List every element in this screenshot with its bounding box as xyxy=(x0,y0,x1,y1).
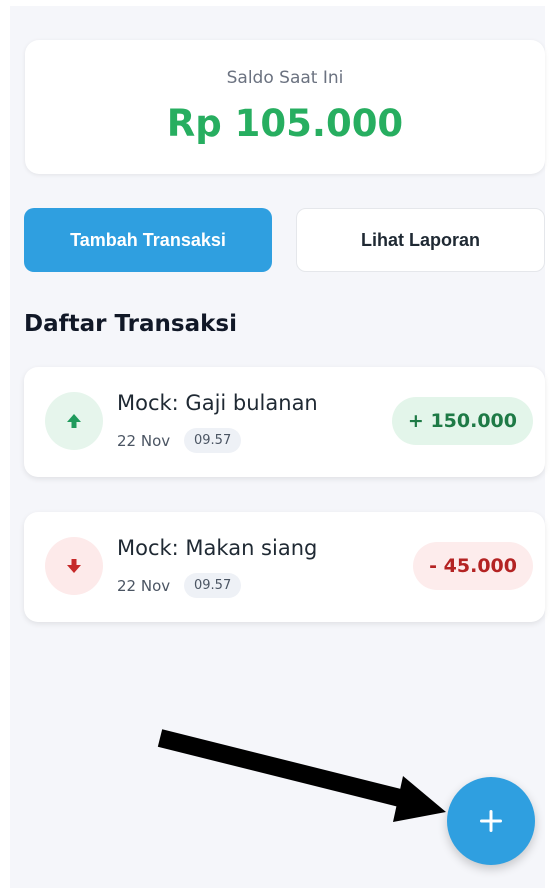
view-report-button[interactable]: Lihat Laporan xyxy=(296,208,545,272)
transaction-title: Mock: Makan siang xyxy=(117,536,318,560)
transaction-time-badge: 09.57 xyxy=(184,428,242,453)
transaction-item[interactable]: Mock: Gaji bulanan 22 Nov 09.57 + 150.00… xyxy=(24,367,545,477)
plus-icon xyxy=(480,810,502,832)
transaction-time-badge: 09.57 xyxy=(184,573,242,598)
app-screen: Saldo Saat Ini Rp 105.000 Tambah Transak… xyxy=(10,6,545,888)
balance-label: Saldo Saat Ini xyxy=(226,68,344,88)
add-transaction-button[interactable]: Tambah Transaksi xyxy=(24,208,272,272)
arrow-up-icon xyxy=(45,392,103,450)
transaction-amount: - 45.000 xyxy=(413,542,533,590)
arrow-down-icon xyxy=(45,537,103,595)
transaction-item[interactable]: Mock: Makan siang 22 Nov 09.57 - 45.000 xyxy=(24,512,545,622)
transaction-title: Mock: Gaji bulanan xyxy=(117,391,318,415)
add-fab-button[interactable] xyxy=(447,777,535,865)
transaction-date: 22 Nov xyxy=(117,577,171,595)
transactions-title: Daftar Transaksi xyxy=(24,311,237,337)
transaction-date: 22 Nov xyxy=(117,432,171,450)
transaction-amount: + 150.000 xyxy=(391,397,533,445)
balance-card: Saldo Saat Ini Rp 105.000 xyxy=(25,40,545,174)
balance-value: Rp 105.000 xyxy=(166,102,404,145)
